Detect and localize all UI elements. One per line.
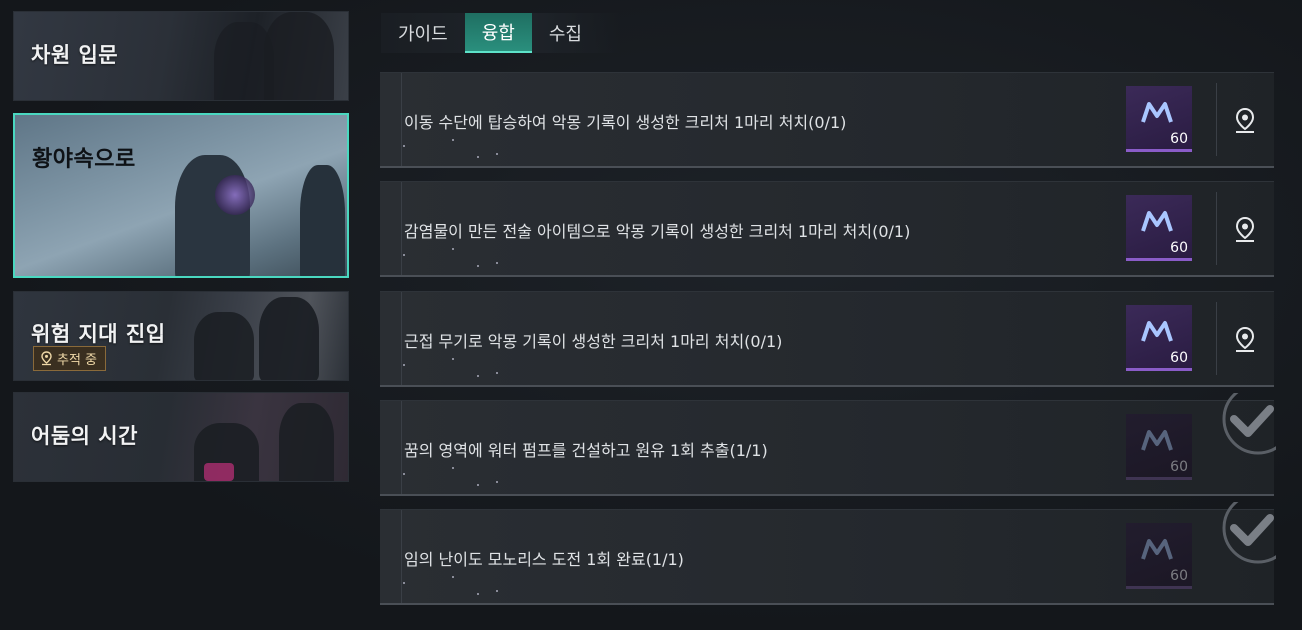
monolith-currency-icon <box>1141 539 1173 560</box>
checkmark-icon <box>1222 502 1276 564</box>
reward-quantity: 60 <box>1170 240 1188 256</box>
chapter-title: 위험 지대 진입 <box>31 322 166 346</box>
reward-quantity: 60 <box>1170 131 1188 147</box>
reward-quantity: 60 <box>1170 568 1188 584</box>
monolith-currency-icon <box>1141 321 1173 342</box>
chapter-card-1[interactable]: 차원 입문 <box>13 11 349 101</box>
tab-collection[interactable]: 수집 <box>532 13 599 53</box>
mission-text: 이동 수단에 탑승하여 악몽 기록이 생성한 크리처 1마리 처치(0/1) <box>404 113 847 132</box>
tab-fusion[interactable]: 융합 <box>464 13 532 53</box>
reward-item[interactable]: 60 <box>1126 523 1192 589</box>
reward-item[interactable]: 60 <box>1126 86 1192 152</box>
map-pin-icon[interactable] <box>1232 216 1258 244</box>
mission-text: 근접 무기로 악몽 기록이 생성한 크리처 1마리 처치(0/1) <box>404 332 783 351</box>
mission-text: 감염물이 만든 전술 아이템으로 악몽 기록이 생성한 크리처 1마리 처치(0… <box>404 222 911 241</box>
chapter-title: 어둠의 시간 <box>31 424 138 448</box>
reward-item[interactable]: 60 <box>1126 414 1192 480</box>
chapter-card-3[interactable]: 위험 지대 진입 추적 중 <box>13 291 349 381</box>
tracking-badge: 추적 중 <box>33 346 107 371</box>
mission-row-completed: 임의 난이도 모노리스 도전 1회 완료(1/1) 60 <box>380 502 1276 605</box>
mission-row: 근접 무기로 악몽 기록이 생성한 크리처 1마리 처치(0/1) 60 <box>380 291 1274 387</box>
mission-text: 꿈의 영역에 워터 펌프를 건설하고 원유 1회 추출(1/1) <box>404 441 768 460</box>
screen: 차원 입문 황야속으로 위험 지대 진입 추적 중 어둠의 시간 가이드 융합 … <box>0 0 1302 630</box>
mission-row: 이동 수단에 탑승하여 악몽 기록이 생성한 크리처 1마리 처치(0/1) 6… <box>380 72 1274 168</box>
map-pin-icon <box>41 351 52 366</box>
chapter-title: 황야속으로 <box>32 147 136 172</box>
tab-bar: 가이드 융합 수집 <box>381 13 621 53</box>
tab-guide[interactable]: 가이드 <box>381 13 465 53</box>
monolith-currency-icon <box>1141 102 1173 123</box>
reward-item[interactable]: 60 <box>1126 195 1192 261</box>
chapter-card-4[interactable]: 어둠의 시간 <box>13 392 349 482</box>
chapter-title: 차원 입문 <box>31 43 119 67</box>
reward-quantity: 60 <box>1170 459 1188 475</box>
chapter-card-2-selected[interactable]: 황야속으로 <box>13 113 349 278</box>
reward-quantity: 60 <box>1170 350 1188 366</box>
mission-text: 임의 난이도 모노리스 도전 1회 완료(1/1) <box>404 550 684 569</box>
map-pin-icon[interactable] <box>1232 326 1258 354</box>
reward-item[interactable]: 60 <box>1126 305 1192 371</box>
chapter-art <box>15 115 347 276</box>
map-pin-icon[interactable] <box>1232 107 1258 135</box>
monolith-currency-icon <box>1141 211 1173 232</box>
mission-row: 감염물이 만든 전술 아이템으로 악몽 기록이 생성한 크리처 1마리 처치(0… <box>380 181 1274 277</box>
tracking-badge-label: 추적 중 <box>57 353 98 368</box>
mission-row-completed: 꿈의 영역에 워터 펌프를 건설하고 원유 1회 추출(1/1) 60 <box>380 393 1276 496</box>
checkmark-icon <box>1222 393 1276 455</box>
monolith-currency-icon <box>1141 430 1173 451</box>
